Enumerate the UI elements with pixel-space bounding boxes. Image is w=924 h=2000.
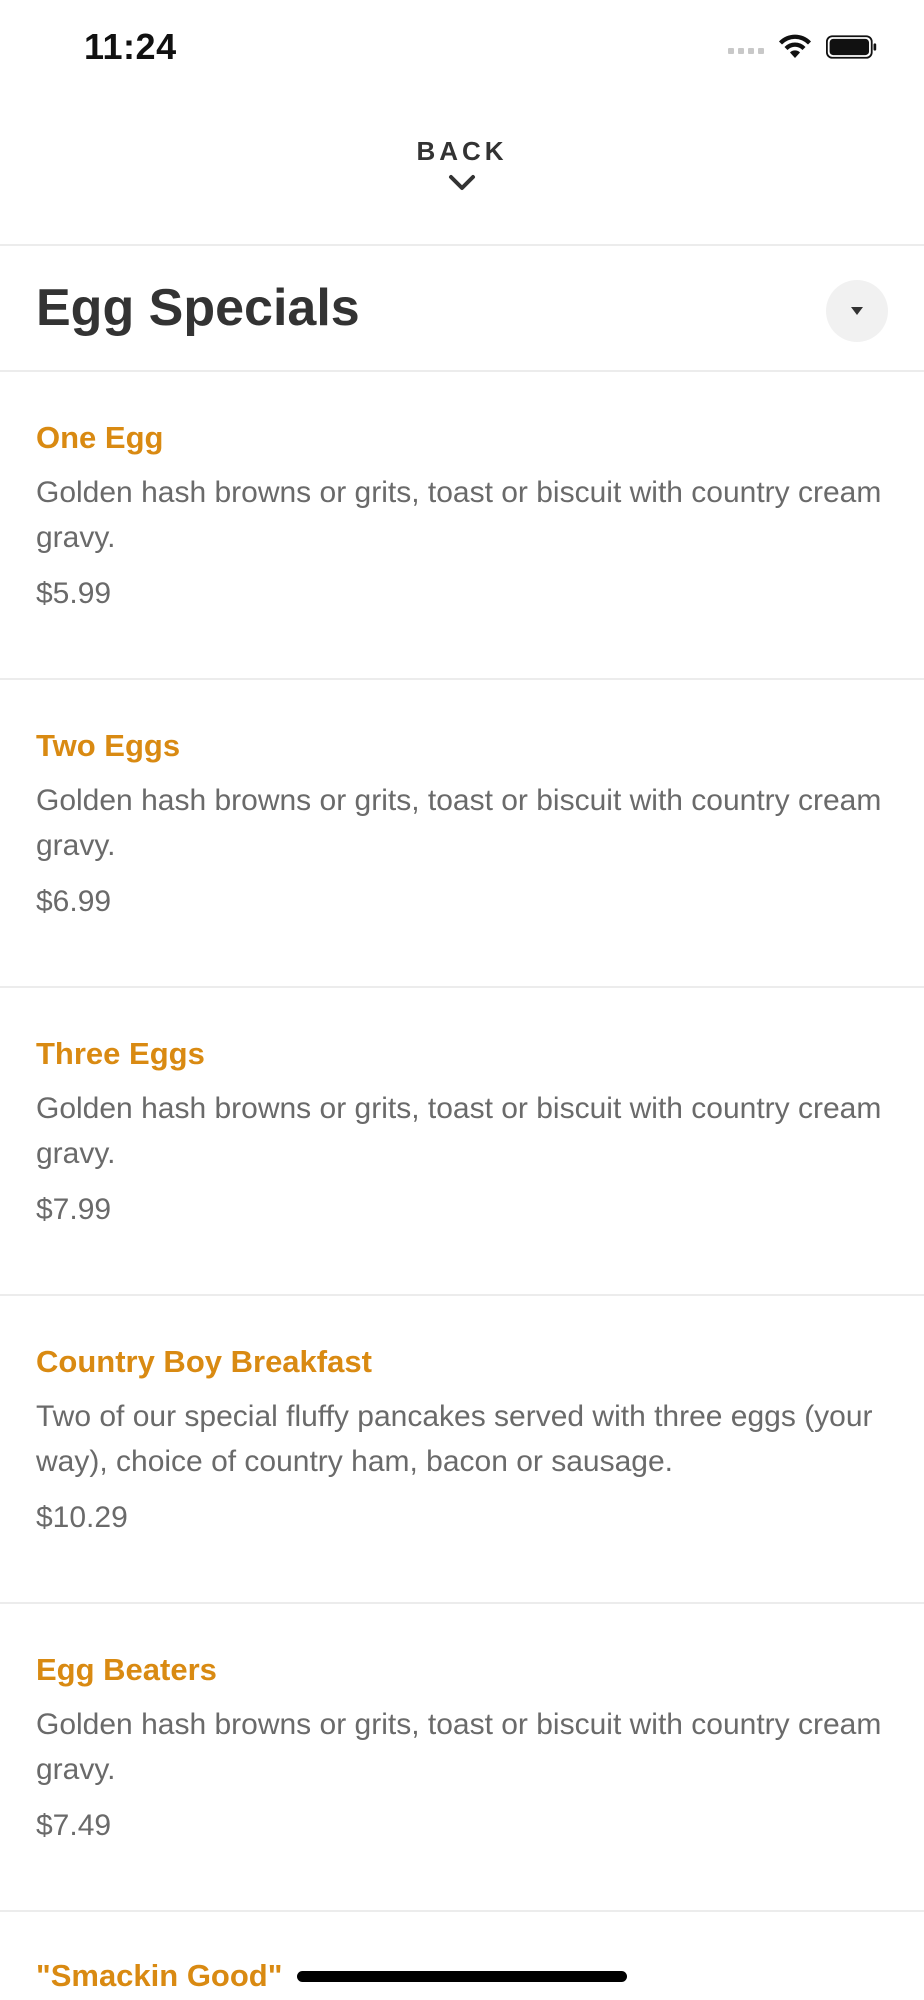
item-name: Country Boy Breakfast: [36, 1344, 372, 1379]
menu-item[interactable]: One Egg Golden hash browns or grits, toa…: [0, 372, 924, 680]
chevron-down-icon: [449, 175, 475, 190]
navigation-header: BACK: [0, 100, 924, 246]
item-price: $7.49: [36, 1809, 112, 1842]
item-price: $10.29: [36, 1501, 128, 1534]
item-name: Two Eggs: [36, 728, 181, 763]
menu-item-partial[interactable]: "Smackin Good": [36, 1956, 282, 1996]
item-description: Golden hash browns or grits, toast or bi…: [36, 1092, 882, 1170]
caret-down-icon: [851, 307, 863, 315]
status-bar: 11:24: [0, 0, 924, 100]
item-description: Golden hash browns or grits, toast or bi…: [36, 1708, 882, 1786]
menu-item[interactable]: Egg Beaters Golden hash browns or grits,…: [0, 1604, 924, 1912]
menu-item-list: One Egg Golden hash browns or grits, toa…: [0, 372, 924, 1912]
menu-item[interactable]: Country Boy Breakfast Two of our special…: [0, 1296, 924, 1604]
battery-icon: [826, 35, 877, 59]
item-price: $5.99: [36, 577, 112, 610]
item-description: Golden hash browns or grits, toast or bi…: [36, 476, 882, 554]
menu-item[interactable]: Two Eggs Golden hash browns or grits, to…: [0, 680, 924, 988]
item-description: Two of our special fluffy pancakes serve…: [36, 1400, 873, 1478]
item-name: One Egg: [36, 420, 164, 455]
cellular-signal-icon: [728, 40, 764, 54]
item-name: "Smackin Good": [36, 1958, 283, 1993]
back-button[interactable]: BACK: [362, 136, 562, 216]
status-time: 11:24: [84, 26, 177, 67]
item-name: Three Eggs: [36, 1036, 205, 1071]
wifi-icon: [779, 34, 811, 58]
menu-item[interactable]: Three Eggs Golden hash browns or grits, …: [0, 988, 924, 1296]
item-price: $7.99: [36, 1193, 112, 1226]
status-icons: [728, 34, 878, 60]
back-label: BACK: [416, 136, 508, 166]
home-indicator[interactable]: [297, 1971, 627, 1982]
item-description: Golden hash browns or grits, toast or bi…: [36, 784, 882, 862]
collapse-section-button[interactable]: [826, 280, 888, 342]
section-header: Egg Specials: [0, 248, 924, 372]
item-name: Egg Beaters: [36, 1652, 217, 1687]
item-price: $6.99: [36, 885, 112, 918]
section-title: Egg Specials: [36, 279, 360, 337]
